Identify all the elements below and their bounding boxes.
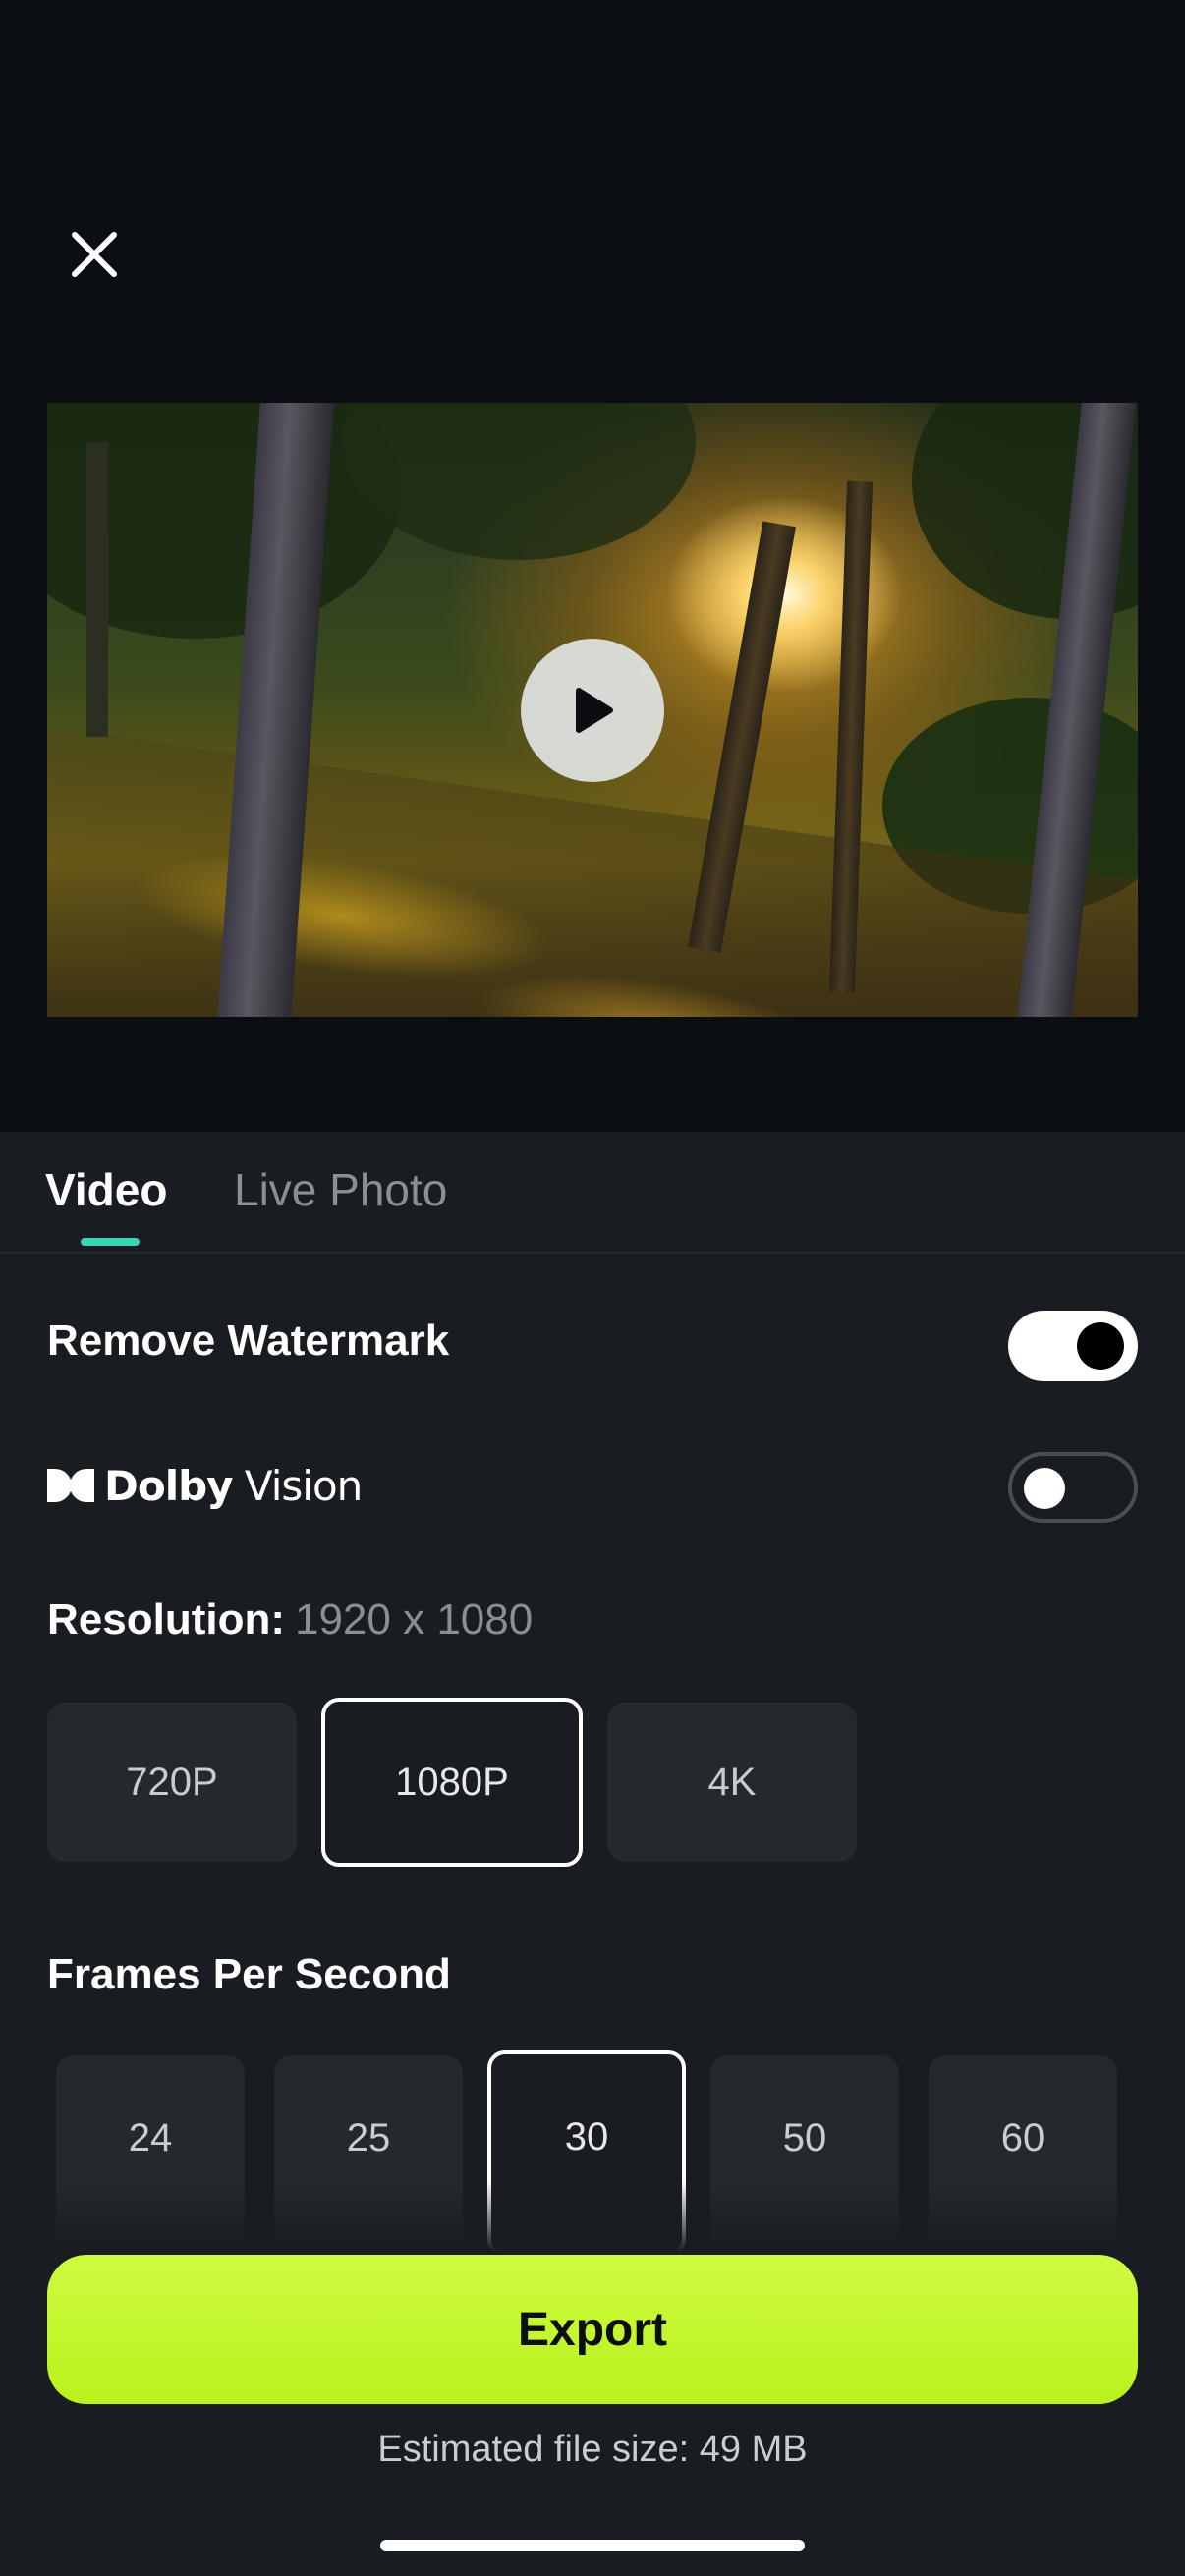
resolution-label: Resolution: (47, 1596, 285, 1644)
dolby-vision-toggle[interactable] (1008, 1452, 1138, 1523)
resolution-option-1080p[interactable]: 1080P (321, 1698, 583, 1867)
tab-bar: Video Live Photo (0, 1132, 1185, 1254)
toggle-knob (1077, 1322, 1124, 1370)
fps-option-label: 24 (128, 2116, 173, 2159)
estimated-file-size: Estimated file size: 49 MB (377, 2429, 808, 2470)
close-icon (72, 232, 117, 277)
remove-watermark-label: Remove Watermark (47, 1316, 450, 1365)
fps-heading: Frames Per Second (47, 1950, 451, 1998)
remove-watermark-toggle[interactable] (1008, 1311, 1138, 1381)
fps-option-label: 50 (782, 2116, 827, 2159)
play-icon (576, 688, 613, 733)
dolby-vision-logo: Dolby Vision (47, 1456, 363, 1515)
close-button[interactable] (61, 221, 128, 288)
dolby-brand: Dolby (104, 1461, 234, 1510)
resolution-value: 1920 x 1080 (294, 1596, 534, 1644)
fps-option-label: 30 (564, 2115, 609, 2158)
active-tab-indicator (81, 1238, 140, 1246)
resolution-option-720p[interactable]: 720P (47, 1703, 297, 1862)
tab-live-photo[interactable]: Live Photo (234, 1163, 447, 1216)
resolution-option-4k[interactable]: 4K (607, 1703, 857, 1862)
toggle-knob (1024, 1468, 1065, 1509)
dolby-product: Vision (244, 1461, 363, 1510)
home-indicator[interactable] (380, 2540, 805, 2551)
fps-option-label: 25 (346, 2116, 391, 2159)
preview-area (0, 0, 1185, 1132)
play-button[interactable] (521, 639, 664, 782)
video-preview[interactable] (47, 403, 1138, 1017)
resolution-heading: Resolution: 1920 x 1080 (47, 1596, 533, 1645)
tab-video[interactable]: Video (45, 1163, 167, 1216)
export-button[interactable]: Export (47, 2255, 1138, 2404)
fps-option-label: 60 (1000, 2116, 1045, 2159)
dolby-double-d-icon (47, 1469, 94, 1502)
scroll-fade (0, 2181, 1185, 2260)
